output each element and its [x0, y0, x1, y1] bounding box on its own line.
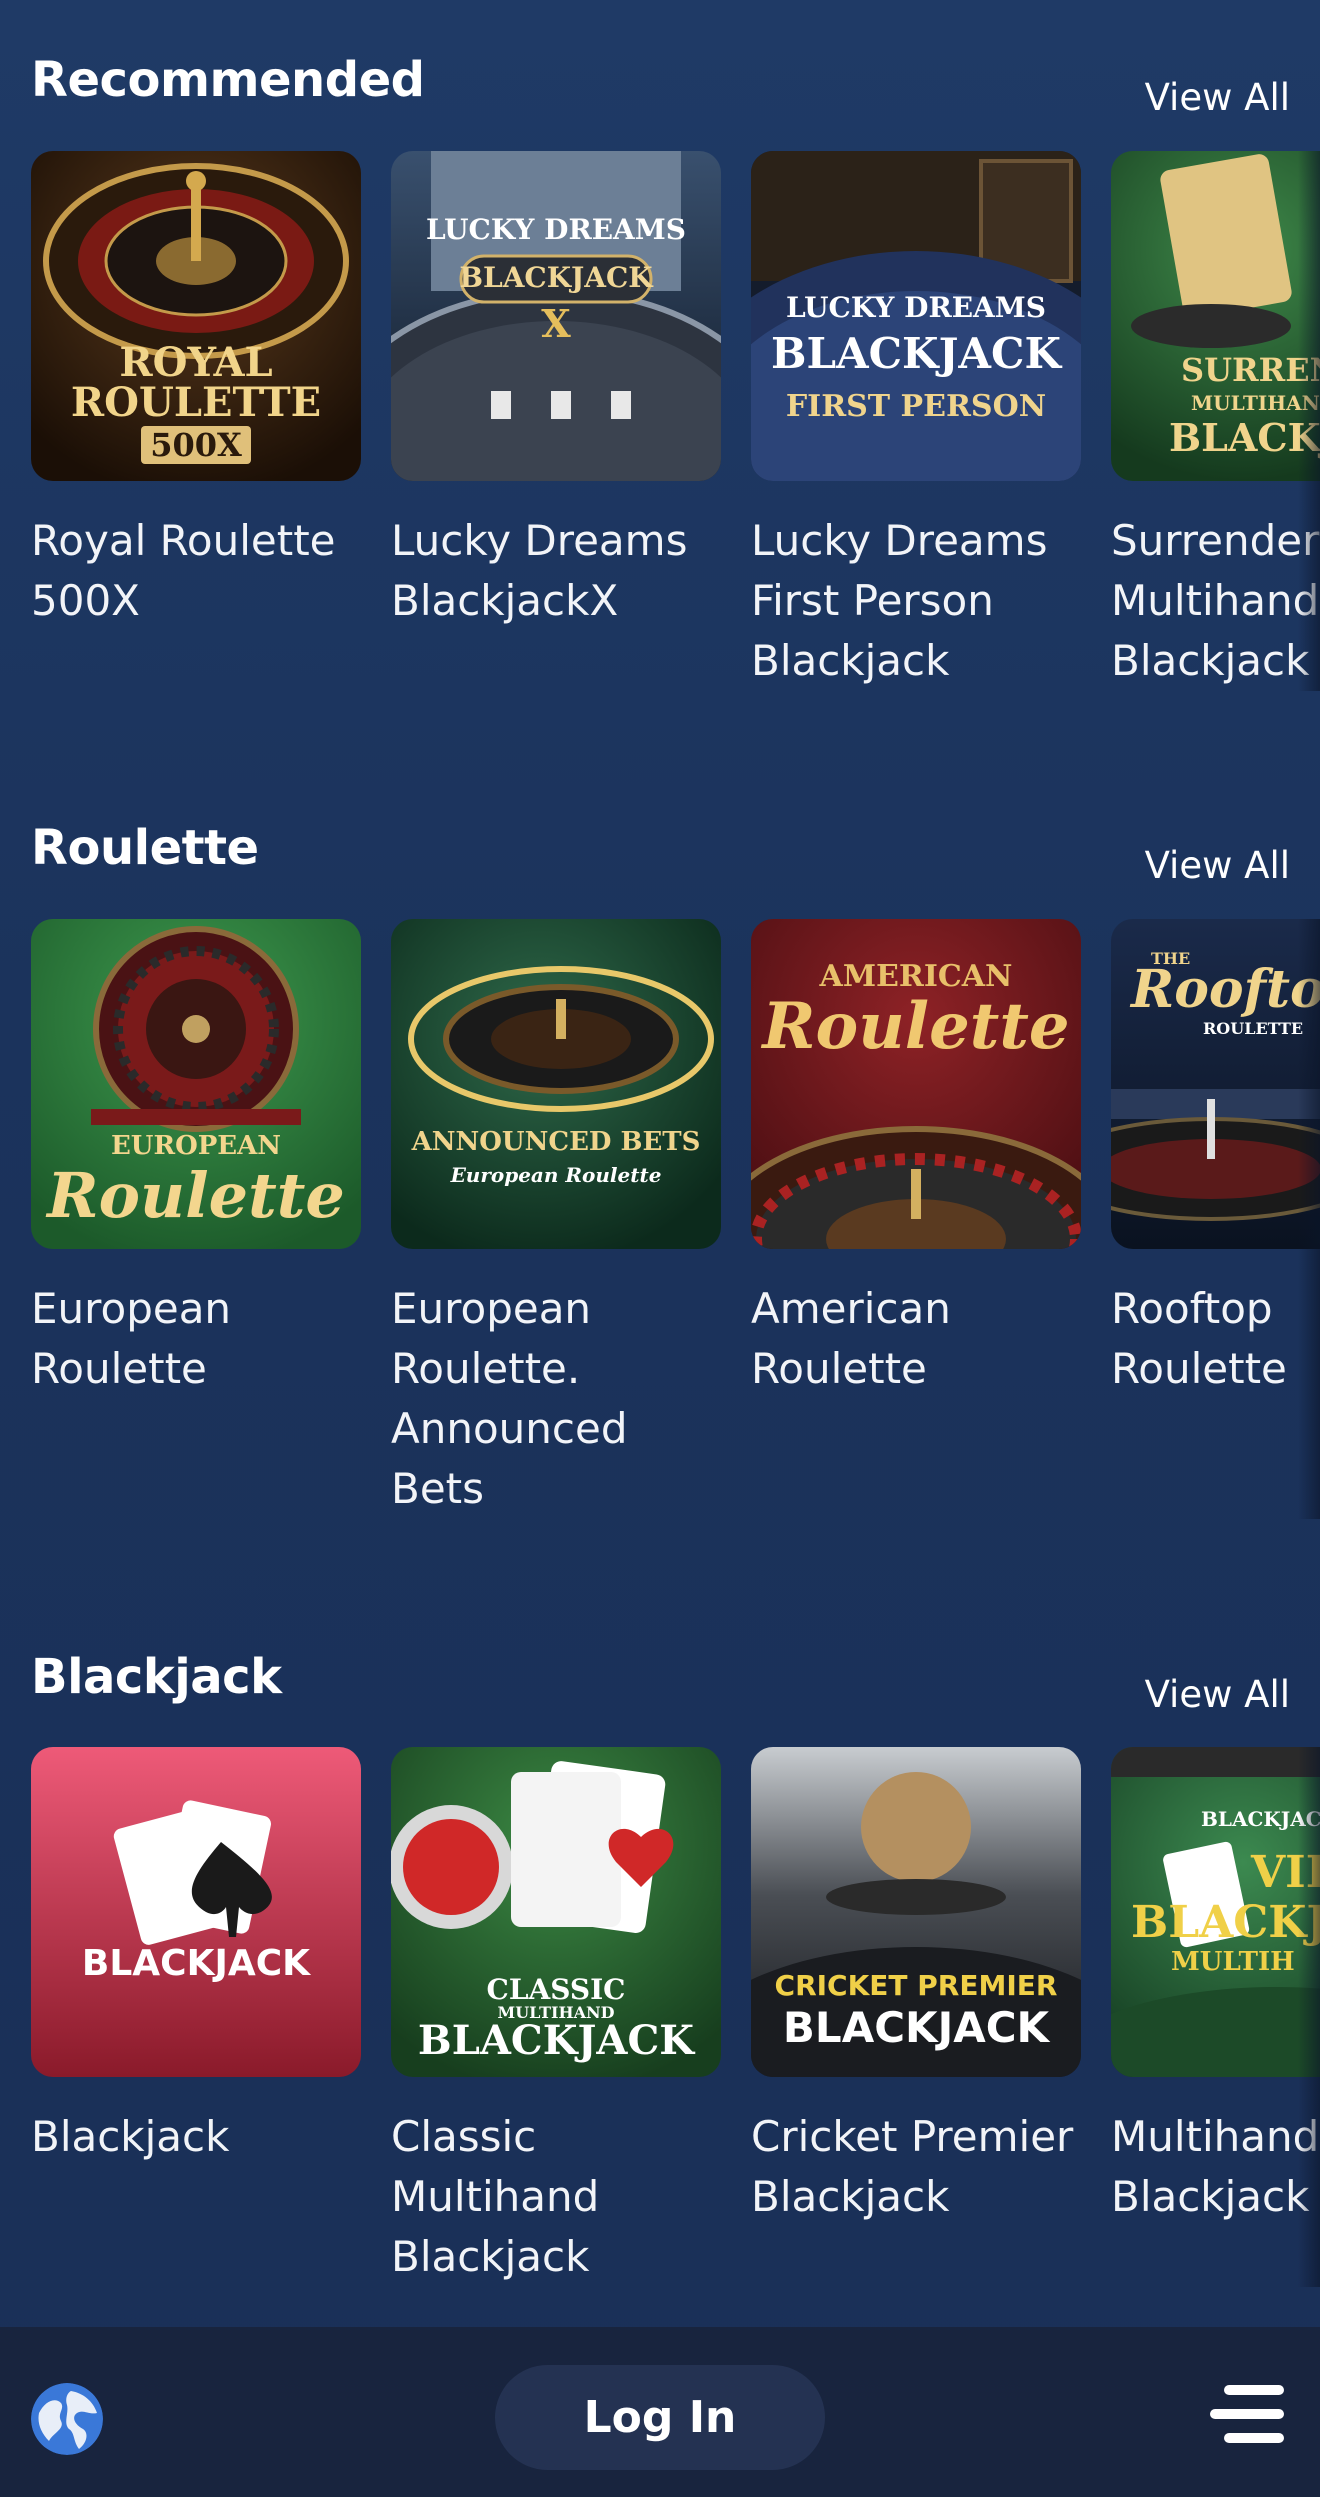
art-text: Roofto [1131, 959, 1320, 1020]
game-card[interactable]: LUCKY DREAMS BLACKJACK X Lucky Dreams Bl… [391, 151, 721, 631]
art-text: LUCKY DREAMS [785, 291, 1046, 324]
game-title[interactable]: Lucky Dreams BlackjackX [391, 511, 721, 631]
art-text: BLACKJACK [417, 2017, 695, 2064]
game-card[interactable]: CLASSIC MULTIHAND BLACKJACK Classic Mult… [391, 1747, 721, 2287]
view-all-link[interactable]: View All [1145, 844, 1290, 887]
section-title: Blackjack [31, 1649, 282, 1705]
art-text: Roulette [762, 989, 1070, 1064]
art-text: FIRST PERSON [785, 389, 1047, 424]
game-thumbnail[interactable]: ANNOUNCED BETS European Roulette [391, 919, 721, 1249]
art-text: 500X [141, 426, 251, 464]
game-thumbnail[interactable]: CLASSIC MULTIHAND BLACKJACK [391, 1747, 721, 2077]
hamburger-menu-icon[interactable] [1210, 2383, 1284, 2445]
art-text: CLASSIC [486, 1973, 626, 2006]
game-title[interactable]: Cricket Premier Blackjack [751, 2107, 1081, 2227]
game-thumbnail[interactable]: THE Roofto ROULETTE [1111, 919, 1320, 1249]
art-text: BLACKJACK [459, 261, 653, 294]
art-text: Roulette [47, 1159, 345, 1232]
game-card[interactable]: CRICKET PREMIER BLACKJACK Cricket Premie… [751, 1747, 1081, 2227]
art-text: ANNOUNCED BETS [411, 1127, 701, 1157]
game-title[interactable]: Rooftop Roulette [1111, 1279, 1320, 1399]
game-card[interactable]: ANNOUNCED BETS European Roulette Europea… [391, 919, 721, 1519]
game-title[interactable]: Multihand Blackjack VIP [1111, 2107, 1320, 2227]
game-carousel[interactable]: ROYAL ROULETTE 500X Royal Roulette 500X [0, 151, 1320, 851]
game-title[interactable]: Classic Multihand Blackjack [391, 2107, 721, 2287]
game-title[interactable]: European Roulette. Announced Bets [391, 1279, 721, 1519]
game-thumbnail[interactable]: LUCKY DREAMS BLACKJACK FIRST PERSON [751, 151, 1081, 481]
game-thumbnail[interactable]: CRICKET PREMIER BLACKJACK [751, 1747, 1081, 2077]
game-card[interactable]: ROYAL ROULETTE 500X Royal Roulette 500X [31, 151, 361, 631]
bottom-navigation-bar: Log In [0, 2327, 1320, 2497]
view-all-link[interactable]: View All [1145, 76, 1290, 119]
art-text: BLACKJ [1131, 1897, 1320, 1948]
game-title[interactable]: Blackjack [31, 2107, 361, 2167]
art-text: ROULETTE [1203, 1019, 1304, 1038]
view-all-link[interactable]: View All [1145, 1673, 1290, 1716]
art-text: ROULETTE [70, 379, 322, 426]
game-title[interactable]: Lucky Dreams First Person Blackjack [751, 511, 1081, 691]
game-thumbnail[interactable]: SURREND MULTIHAN BLACKJ [1111, 151, 1320, 481]
game-card[interactable]: AMERICAN Roulette American Roulette [751, 919, 1081, 1399]
game-title[interactable]: Royal Roulette 500X [31, 511, 361, 631]
carousel-edge-shadow [1298, 151, 1320, 691]
art-text: X [541, 301, 571, 346]
game-card[interactable]: BLACKJACK Blackjack [31, 1747, 361, 2167]
game-card[interactable]: BLACKJAC VIP BLACKJ MULTIH Multihand Bla… [1111, 1747, 1320, 2227]
section-title: Roulette [31, 820, 259, 876]
game-thumbnail[interactable]: AMERICAN Roulette [751, 919, 1081, 1249]
art-text: CRICKET PREMIER [774, 1969, 1058, 2002]
game-thumbnail[interactable]: LUCKY DREAMS BLACKJACK X [391, 151, 721, 481]
game-title[interactable]: European Roulette [31, 1279, 361, 1399]
globe-icon[interactable] [31, 2383, 103, 2455]
art-text: LUCKY DREAMS [425, 213, 686, 246]
art-text: EUROPEAN [110, 1131, 282, 1161]
game-card[interactable]: THE Roofto ROULETTE Rooftop Roulette [1111, 919, 1320, 1399]
game-thumbnail[interactable]: BLACKJACK [31, 1747, 361, 2077]
game-card[interactable]: EUROPEAN Roulette European Roulette [31, 919, 361, 1399]
art-text: BLACKJACK [771, 329, 1061, 378]
art-text: BLACKJACK [81, 1943, 311, 1984]
art-text: European Roulette [450, 1163, 662, 1187]
art-text: MULTIH [1171, 1947, 1295, 1977]
game-thumbnail[interactable]: EUROPEAN Roulette [31, 919, 361, 1249]
game-thumbnail[interactable]: ROYAL ROULETTE 500X [31, 151, 361, 481]
carousel-edge-shadow [1298, 919, 1320, 1519]
game-card[interactable]: LUCKY DREAMS BLACKJACK FIRST PERSON Luck… [751, 151, 1081, 691]
game-title[interactable]: Surrender Multihand Blackjack [1111, 511, 1320, 691]
login-button[interactable]: Log In [495, 2365, 825, 2470]
game-thumbnail[interactable]: BLACKJAC VIP BLACKJ MULTIH [1111, 1747, 1320, 2077]
section-title: Recommended [31, 52, 425, 108]
game-carousel[interactable]: EUROPEAN Roulette European Roulette ANNO… [0, 919, 1320, 1619]
art-text: BLACKJACK [782, 2003, 1050, 2052]
game-card[interactable]: SURREND MULTIHAN BLACKJ Surrender Multih… [1111, 151, 1320, 691]
game-title[interactable]: American Roulette [751, 1279, 1081, 1399]
carousel-edge-shadow [1298, 1747, 1320, 2287]
